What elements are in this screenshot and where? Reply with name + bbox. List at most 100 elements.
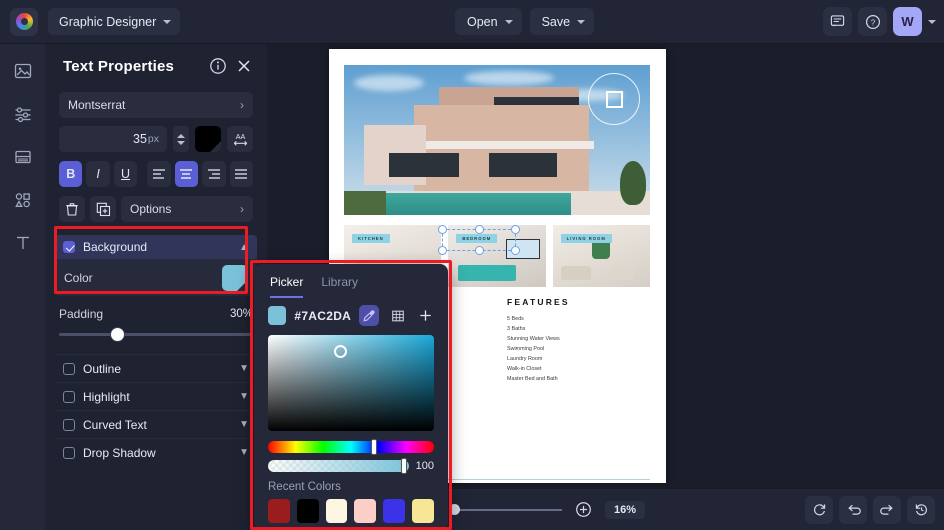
options-button[interactable]: Options › xyxy=(121,196,253,222)
alpha-slider-knob[interactable] xyxy=(400,458,407,474)
comment-icon xyxy=(830,15,845,27)
outline-checkbox[interactable] xyxy=(63,362,75,375)
rail-item-shapes[interactable] xyxy=(12,189,34,211)
color-picker-popover[interactable]: Picker Library #7AC2DA 100 Recent Colors xyxy=(254,264,448,530)
font-size-input[interactable]: 35 px xyxy=(59,126,167,152)
recent-color-swatch[interactable] xyxy=(325,499,348,523)
background-color-swatch[interactable] xyxy=(222,264,248,291)
rail-item-adjustments[interactable] xyxy=(12,103,34,125)
info-button[interactable] xyxy=(209,57,227,75)
accordion-outline[interactable]: Outline ▼ xyxy=(55,354,257,382)
color-wheel-logo-icon xyxy=(15,13,33,30)
hue-slider-knob[interactable] xyxy=(370,439,377,455)
page-title: Text Properties xyxy=(63,57,175,75)
highlight-checkbox[interactable] xyxy=(63,390,75,403)
accordion-drop-shadow[interactable]: Drop Shadow ▼ xyxy=(55,438,257,466)
drop-shadow-label: Drop Shadow xyxy=(83,445,156,460)
house-main-block xyxy=(414,105,589,193)
history-button[interactable] xyxy=(907,495,935,524)
padding-slider[interactable] xyxy=(59,328,253,341)
save-menu-button[interactable]: Save xyxy=(529,8,595,35)
delete-button[interactable] xyxy=(59,196,85,222)
palette-grid-button[interactable] xyxy=(387,305,407,326)
alpha-slider[interactable] xyxy=(268,458,409,474)
zoom-in-button[interactable] xyxy=(575,501,592,518)
accordion-highlight[interactable]: Highlight ▼ xyxy=(55,382,257,410)
document-title-dropdown[interactable]: Graphic Designer xyxy=(48,8,181,35)
saturation-value-field[interactable] xyxy=(268,335,434,431)
padding-label: Padding xyxy=(59,307,104,321)
eyedropper-button[interactable] xyxy=(359,305,380,326)
tab-picker[interactable]: Picker xyxy=(270,275,304,298)
redo-button[interactable] xyxy=(873,495,901,524)
drop-shadow-checkbox[interactable] xyxy=(63,446,75,459)
align-justify-button[interactable] xyxy=(229,161,253,187)
rail-item-layers[interactable] xyxy=(12,146,34,168)
zoom-slider-knob[interactable] xyxy=(449,504,460,515)
recent-color-swatch[interactable] xyxy=(383,499,406,523)
crop-handle-circle[interactable] xyxy=(588,73,640,125)
add-color-button[interactable] xyxy=(416,305,436,326)
curved-text-checkbox[interactable] xyxy=(63,418,75,431)
resize-handle[interactable] xyxy=(511,225,520,234)
align-center-button[interactable] xyxy=(174,161,199,187)
background-checkbox[interactable] xyxy=(63,241,75,253)
layers-icon xyxy=(14,150,31,164)
undo-icon xyxy=(847,504,861,515)
padding-slider-knob[interactable] xyxy=(111,328,125,341)
letter-spacing-icon: AA xyxy=(233,133,247,146)
hex-value[interactable]: #7AC2DA xyxy=(294,309,351,323)
resize-handle[interactable] xyxy=(474,246,484,255)
align-left-button[interactable] xyxy=(147,161,171,187)
letter-spacing-button[interactable]: AA xyxy=(227,126,253,152)
hero-image[interactable] xyxy=(344,65,650,215)
account-chevron-down-icon[interactable] xyxy=(928,19,936,24)
info-icon xyxy=(210,58,226,74)
chevron-down-icon xyxy=(504,19,513,24)
background-header[interactable]: Background ▲ xyxy=(55,235,257,259)
undo-button[interactable] xyxy=(839,495,867,524)
save-label: Save xyxy=(541,14,571,29)
features-column: FEATURES 5 Beds 3 Baths Stunning Water V… xyxy=(507,297,650,384)
curved-text-label: Curved Text xyxy=(83,417,147,432)
tab-library[interactable]: Library xyxy=(321,275,358,298)
open-menu-button[interactable]: Open xyxy=(455,8,522,35)
resize-handle[interactable] xyxy=(474,225,484,234)
zoom-slider[interactable] xyxy=(449,503,562,516)
padding-control: Padding 30% xyxy=(59,307,253,341)
padding-value: 30% xyxy=(229,308,253,320)
duplicate-button[interactable] xyxy=(90,196,116,222)
selected-text-bounding-box[interactable] xyxy=(438,225,520,255)
padding-header: Padding 30% xyxy=(59,307,253,321)
align-right-button[interactable] xyxy=(202,161,226,187)
refresh-button[interactable] xyxy=(805,495,833,524)
recent-color-swatch[interactable] xyxy=(412,499,434,523)
top-center-menus: Open Save xyxy=(455,8,595,35)
resize-handle[interactable] xyxy=(438,225,447,234)
app-logo[interactable] xyxy=(10,7,38,36)
help-button[interactable]: ? xyxy=(858,7,887,36)
bold-button[interactable]: B xyxy=(59,161,83,187)
accordion-curved-text[interactable]: Curved Text ▼ xyxy=(55,410,257,438)
thumb-living-room[interactable]: LIVING ROOM xyxy=(552,225,650,287)
resize-handle[interactable] xyxy=(438,246,447,255)
comment-button[interactable] xyxy=(823,7,852,36)
recent-color-swatch[interactable] xyxy=(268,499,290,523)
underline-button[interactable]: U xyxy=(113,161,138,187)
hue-slider[interactable] xyxy=(268,439,434,455)
rail-item-image[interactable] xyxy=(12,60,34,82)
font-family-select[interactable]: Montserrat › xyxy=(59,92,253,118)
text-color-swatch[interactable] xyxy=(195,126,221,152)
italic-button[interactable]: I xyxy=(86,161,110,187)
close-button[interactable] xyxy=(235,57,253,75)
highlight-label: Highlight xyxy=(83,389,130,404)
sv-cursor[interactable] xyxy=(334,345,347,358)
rail-item-text[interactable] xyxy=(12,232,34,254)
bold-label: B xyxy=(66,167,76,181)
zoom-level[interactable]: 16% xyxy=(605,500,646,519)
recent-color-swatch[interactable] xyxy=(354,499,377,523)
user-avatar[interactable]: W xyxy=(893,7,922,36)
recent-color-swatch[interactable] xyxy=(296,499,319,523)
font-size-stepper[interactable] xyxy=(173,126,189,152)
resize-handle[interactable] xyxy=(511,246,520,255)
